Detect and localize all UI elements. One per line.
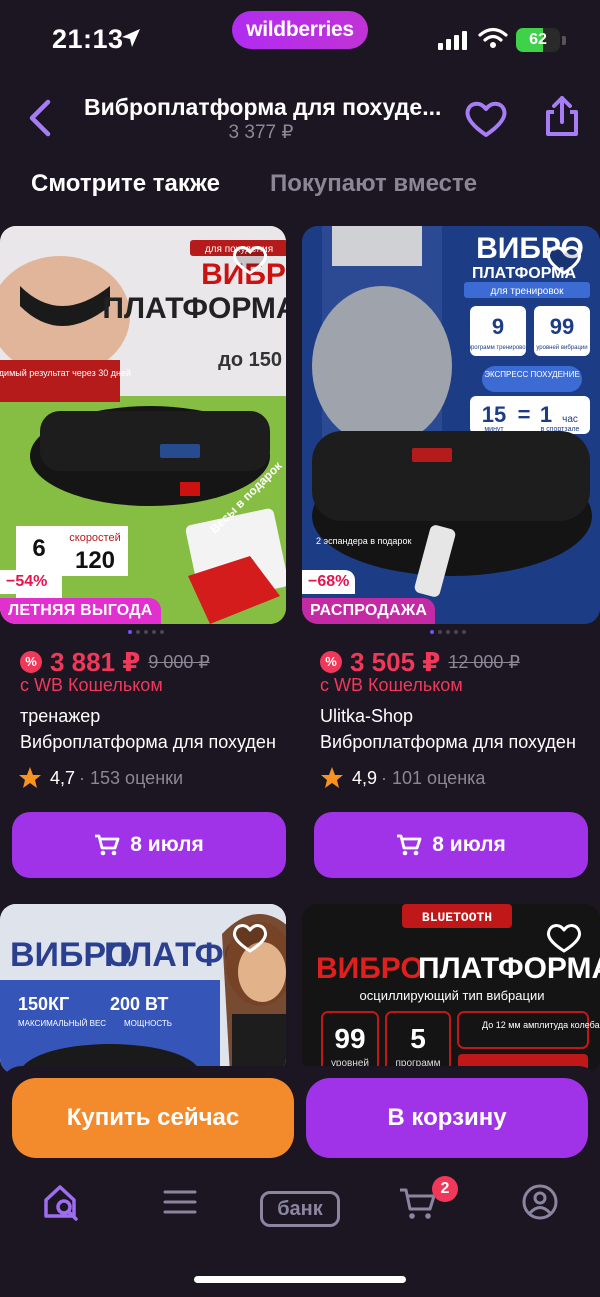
rating: 4,7 · 153 оценки <box>18 766 183 790</box>
svg-text:осциллирующий тип вибрации: осциллирующий тип вибрации <box>360 988 545 1003</box>
add-to-cart-button[interactable]: 8 июля <box>314 812 588 878</box>
battery-indicator: 62 <box>516 28 560 52</box>
star-icon <box>19 767 41 788</box>
favorite-heart-icon[interactable] <box>232 244 268 276</box>
product-image[interactable]: для похудения ВИБРО ПЛАТФОРМА до 150 кг … <box>0 226 286 624</box>
svg-text:=: = <box>518 402 531 427</box>
svg-text:BLUETOOTH: BLUETOOTH <box>422 910 492 925</box>
product-name[interactable]: Виброплатформа для похудения <box>320 732 576 753</box>
svg-text:уровней вибрации: уровней вибрации <box>536 344 587 351</box>
image-pager-dots <box>430 630 466 634</box>
product-card[interactable]: BLUETOOTH ВИБРО ПЛАТФОРМА осциллирующий … <box>302 904 600 1074</box>
svg-text:до 150 кг: до 150 кг <box>218 349 286 371</box>
product-card[interactable]: ВИБРО ПЛАТФОРМА 150КГ МАКСИМАЛЬНЫЙ ВЕС 2… <box>0 904 286 1074</box>
svg-text:МАКСИМАЛЬНЫЙ ВЕС: МАКСИМАЛЬНЫЙ ВЕС <box>18 1019 106 1028</box>
favorite-heart-icon[interactable] <box>232 922 268 954</box>
price-row: % 3 881 ₽ 9 000 ₽ <box>20 646 306 678</box>
svg-text:видимый результат через 30 дне: видимый результат через 30 дней <box>0 368 131 378</box>
svg-text:6: 6 <box>32 535 45 562</box>
svg-text:1: 1 <box>540 402 552 427</box>
svg-text:скоростей: скоростей <box>69 532 120 544</box>
product-name[interactable]: Виброплатформа для похудения <box>20 732 276 753</box>
delivery-date: 8 июля <box>130 833 204 856</box>
battery-percent: 62 <box>529 31 547 48</box>
promo-badge: РАСПРОДАЖА <box>302 598 436 624</box>
home-search-icon[interactable] <box>42 1182 82 1222</box>
favorite-heart-icon[interactable] <box>546 244 582 276</box>
svg-text:99: 99 <box>550 314 574 339</box>
svg-text:МОЩНОСТЬ: МОЩНОСТЬ <box>124 1019 172 1028</box>
product-title: Виброплатформа для похуде... <box>84 94 442 120</box>
favorite-heart-icon[interactable] <box>464 99 508 139</box>
tab-bought-together[interactable]: Покупают вместе <box>270 170 477 198</box>
product-card[interactable]: ВИБРО ПЛАТФОРМА для тренировок 9 програм… <box>302 226 600 886</box>
wifi-icon <box>478 27 508 48</box>
promo-badge: ЛЕТНЯЯ ВЫГОДА <box>0 598 161 624</box>
favorite-heart-icon[interactable] <box>546 922 582 954</box>
svg-text:99: 99 <box>334 1023 365 1054</box>
star-icon <box>321 767 343 788</box>
tab-see-also[interactable]: Смотрите также <box>31 170 220 198</box>
svg-text:9: 9 <box>492 314 504 339</box>
svg-text:час: час <box>562 414 578 425</box>
svg-text:ЭКСПРЕСС ПОХУДЕНИЕ: ЭКСПРЕСС ПОХУДЕНИЕ <box>484 370 580 379</box>
status-bar: 21:13 wildberries 62 <box>0 0 600 80</box>
header-price: 3 377 ₽ <box>228 122 294 143</box>
catalog-menu-icon[interactable] <box>160 1182 200 1222</box>
reviews-count: · 153 оценки <box>79 767 184 788</box>
product-image[interactable]: BLUETOOTH ВИБРО ПЛАТФОРМА осциллирующий … <box>302 904 600 1074</box>
price-row: % 3 505 ₽ 12 000 ₽ <box>320 646 600 678</box>
reviews-count: · 101 оценка <box>381 767 486 788</box>
profile-icon[interactable] <box>520 1182 560 1222</box>
home-indicator <box>194 1276 406 1283</box>
product-image-art: ВИБРО ПЛАТФОРМА для тренировок 9 програм… <box>302 226 600 624</box>
product-card[interactable]: для похудения ВИБРО ПЛАТФОРМА до 150 кг … <box>0 226 286 886</box>
brand-name: тренажер <box>20 706 101 726</box>
cart-count-badge: 2 <box>432 1176 458 1202</box>
buy-now-button[interactable]: Купить сейчас <box>12 1078 294 1158</box>
bank-tab[interactable]: банк <box>260 1191 340 1227</box>
svg-text:ПЛАТФОРМА: ПЛАТФОРМА <box>102 292 286 325</box>
image-pager-dots <box>128 630 164 634</box>
svg-text:15: 15 <box>482 402 506 427</box>
svg-text:120: 120 <box>75 547 115 574</box>
svg-text:ПЛАТФОРМА: ПЛАТФОРМА <box>418 952 600 985</box>
product-image[interactable]: ВИБРО ПЛАТФОРМА для тренировок 9 програм… <box>302 226 600 624</box>
discount-percent-icon: % <box>20 651 42 673</box>
delivery-date: 8 июля <box>432 833 506 856</box>
wallet-note: с WB Кошельком <box>20 675 163 695</box>
svg-text:программ тренировок: программ тренировок <box>468 345 529 351</box>
cart-icon <box>95 834 120 856</box>
svg-text:5: 5 <box>410 1023 426 1054</box>
wallet-note: с WB Кошельком <box>320 675 463 695</box>
svg-text:для тренировок: для тренировок <box>491 286 565 297</box>
status-time: 21:13 <box>52 24 124 54</box>
rating-value: 4,7 <box>50 767 76 788</box>
price: 3 505 ₽ <box>350 646 441 677</box>
cart-icon <box>397 834 422 856</box>
wildberries-logo: wildberries <box>232 11 368 49</box>
cellular-signal-icon <box>438 31 467 50</box>
old-price: 12 000 ₽ <box>448 651 520 672</box>
add-to-cart-button[interactable]: 8 июля <box>12 812 286 878</box>
product-image[interactable]: ВИБРО ПЛАТФОРМА 150КГ МАКСИМАЛЬНЫЙ ВЕС 2… <box>0 904 286 1074</box>
discount-badge: −54% <box>0 570 54 594</box>
svg-text:2 эспандера в подарок: 2 эспандера в подарок <box>316 536 411 546</box>
product-image-art: для похудения ВИБРО ПЛАТФОРМА до 150 кг … <box>0 226 286 624</box>
discount-percent-icon: % <box>320 651 342 673</box>
svg-text:150КГ: 150КГ <box>18 994 69 1014</box>
svg-text:200 ВТ: 200 ВТ <box>110 994 168 1014</box>
add-to-cart-main-button[interactable]: В корзину <box>306 1078 588 1158</box>
share-icon[interactable] <box>542 94 582 138</box>
price: 3 881 ₽ <box>50 646 141 677</box>
rating-value: 4,9 <box>352 767 378 788</box>
svg-text:До 12 мм амплитуда колебаний: До 12 мм амплитуда колебаний <box>482 1020 600 1030</box>
rating: 4,9 · 101 оценка <box>320 766 485 790</box>
discount-badge: −68% <box>302 570 356 594</box>
old-price: 9 000 ₽ <box>148 651 210 672</box>
location-arrow-icon <box>122 29 140 47</box>
brand-name: Ulitka-Shop <box>320 706 414 726</box>
battery-tip <box>562 36 566 45</box>
svg-text:ВИБРО: ВИБРО <box>316 952 424 985</box>
